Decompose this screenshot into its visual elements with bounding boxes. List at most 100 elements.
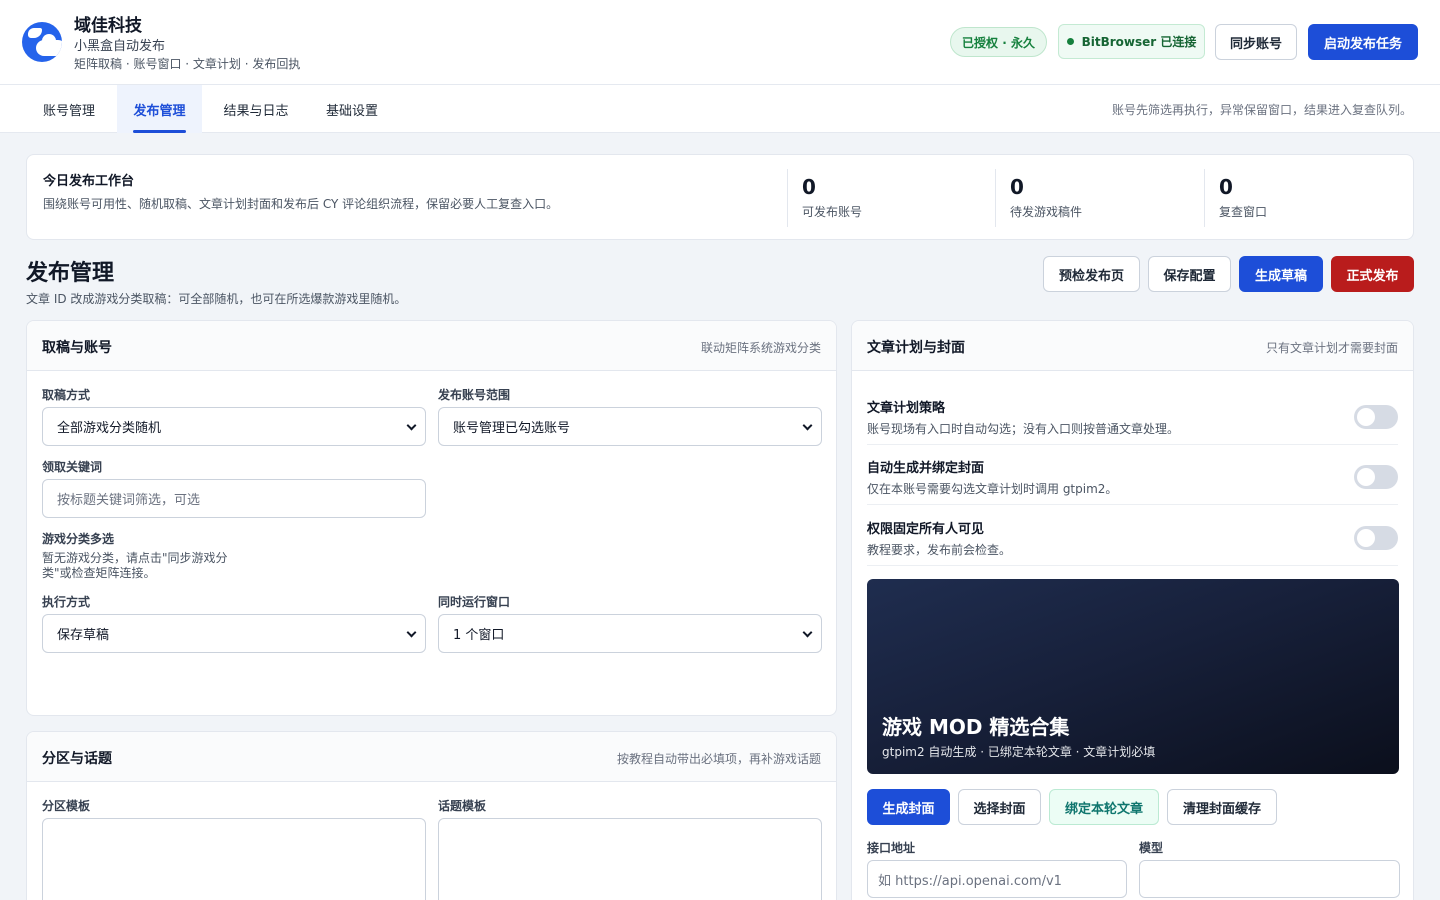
- cover-preview: 游戏 MOD 精选合集 gtpim2 自动生成 · 已绑定本轮文章 · 文章计划…: [867, 579, 1399, 774]
- toggle-knob: [1357, 408, 1375, 426]
- main-tabs: 账号管理 发布管理 结果与日志 基础设置 账号先筛选再执行，异常保留窗口，结果进…: [0, 85, 1440, 133]
- brand-logo-icon: [22, 22, 62, 62]
- workbench-description: 围绕账号可用性、随机取稿、文章计划封面和发布后 CY 评论组织流程，保留必要人工…: [43, 197, 559, 211]
- keyword-input[interactable]: 按标题关键词筛选，可选: [42, 479, 426, 518]
- start-publish-button[interactable]: 启动发布任务: [1308, 24, 1418, 60]
- card-header: 文章计划与封面 只有文章计划才需要封面: [852, 321, 1413, 371]
- fetch-mode-select[interactable]: 全部游戏分类随机: [42, 407, 426, 446]
- model-input[interactable]: [1139, 860, 1400, 898]
- precheck-button[interactable]: 预检发布页: [1043, 256, 1140, 292]
- stat-publishable-accounts: 0 可发布账号: [787, 169, 987, 227]
- option-description: 教程要求，发布前会检查。: [867, 543, 1012, 557]
- select-value: 1 个窗口: [453, 628, 505, 643]
- option-auto-cover: 自动生成并绑定封面 仅在本账号需要勾选文章计划时调用 gtpim2。: [867, 445, 1398, 505]
- option-public-visibility: 权限固定所有人可见 教程要求，发布前会检查。: [867, 506, 1398, 566]
- public-visibility-toggle[interactable]: [1354, 526, 1398, 550]
- tab-publish[interactable]: 发布管理: [117, 85, 202, 133]
- publish-button[interactable]: 正式发布: [1331, 256, 1414, 292]
- stat-label: 待发游戏稿件: [1010, 205, 1083, 219]
- card-title: 文章计划与封面: [867, 340, 965, 356]
- browser-status-badge: BitBrowser 已连接: [1058, 24, 1205, 59]
- option-title: 权限固定所有人可见: [867, 522, 985, 537]
- page-title: 发布管理: [26, 261, 115, 286]
- article-plan-toggle[interactable]: [1354, 405, 1398, 429]
- category-label: 游戏分类多选: [42, 532, 115, 546]
- api-url-input[interactable]: 如 https://api.openai.com/v1: [867, 860, 1127, 898]
- option-title: 文章计划策略: [867, 401, 946, 416]
- keyword-label: 领取关键词: [42, 460, 103, 474]
- topic-template-label: 话题模板: [438, 799, 487, 813]
- bind-article-button[interactable]: 绑定本轮文章: [1049, 789, 1159, 825]
- chevron-down-icon: [406, 627, 417, 638]
- select-cover-button[interactable]: 选择封面: [958, 789, 1041, 825]
- save-config-button[interactable]: 保存配置: [1148, 256, 1231, 292]
- select-value: 全部游戏分类随机: [57, 421, 162, 436]
- draft-account-card: 取稿与账号 联动矩阵系统游戏分类 取稿方式 全部游戏分类随机 发布账号范围 账号…: [26, 320, 837, 716]
- stat-value: 0: [802, 175, 816, 199]
- card-hint: 联动矩阵系统游戏分类: [700, 341, 821, 355]
- api-url-placeholder: 如 https://api.openai.com/v1: [878, 873, 1062, 889]
- option-description: 仅在本账号需要勾选文章计划时调用 gtpim2。: [867, 482, 1118, 496]
- select-value: 账号管理已勾选账号: [453, 421, 571, 436]
- stat-label: 复查窗口: [1219, 205, 1268, 219]
- generate-draft-button[interactable]: 生成草稿: [1239, 256, 1323, 292]
- tab-hint: 账号先筛选再执行，异常保留窗口，结果进入复查队列。: [1111, 103, 1412, 117]
- section-template-textarea[interactable]: [42, 818, 426, 900]
- card-title: 取稿与账号: [42, 340, 112, 356]
- stat-label: 可发布账号: [802, 205, 863, 219]
- top-header: 域佳科技 小黑盒自动发布 矩阵取稿 · 账号窗口 · 文章计划 · 发布回执 已…: [0, 0, 1440, 85]
- cover-subtitle: gtpim2 自动生成 · 已绑定本轮文章 · 文章计划必填: [882, 745, 1156, 759]
- chevron-down-icon: [802, 627, 813, 638]
- tab-results-logs[interactable]: 结果与日志: [208, 85, 304, 133]
- toggle-knob: [1357, 468, 1375, 486]
- section-template-label: 分区模板: [42, 799, 91, 813]
- card-header: 取稿与账号 联动矩阵系统游戏分类: [27, 321, 836, 371]
- page-subtitle: 文章 ID 改成游戏分类取稿：可全部随机，也可在所选爆款游戏里随机。: [26, 292, 407, 306]
- app-subtitle: 小黑盒自动发布: [74, 39, 166, 54]
- keyword-placeholder: 按标题关键词筛选，可选: [57, 493, 201, 508]
- stat-value: 0: [1010, 175, 1024, 199]
- article-plan-cover-card: 文章计划与封面 只有文章计划才需要封面 文章计划策略 账号现场有入口时自动勾选；…: [851, 320, 1414, 900]
- generate-cover-button[interactable]: 生成封面: [867, 789, 950, 825]
- status-dot-icon: [1066, 38, 1074, 45]
- auto-cover-toggle[interactable]: [1354, 465, 1398, 489]
- toggle-knob: [1357, 529, 1375, 547]
- card-hint: 按教程自动带出必填项，再补游戏话题: [616, 752, 821, 766]
- chevron-down-icon: [802, 420, 813, 431]
- exec-mode-label: 执行方式: [42, 595, 91, 609]
- api-url-label: 接口地址: [867, 841, 916, 855]
- account-scope-label: 发布账号范围: [438, 388, 511, 402]
- topic-template-textarea[interactable]: [438, 818, 822, 900]
- today-workbench: 今日发布工作台 围绕账号可用性、随机取稿、文章计划封面和发布后 CY 评论组织流…: [26, 154, 1414, 240]
- workbench-title: 今日发布工作台: [43, 174, 135, 189]
- stat-pending-drafts: 0 待发游戏稿件: [995, 169, 1195, 227]
- cover-title: 游戏 MOD 精选合集: [882, 715, 1070, 739]
- tab-accounts[interactable]: 账号管理: [26, 85, 112, 133]
- browser-status-text: BitBrowser 已连接: [1081, 35, 1197, 49]
- card-title: 分区与话题: [42, 751, 112, 767]
- fetch-mode-label: 取稿方式: [42, 388, 91, 402]
- category-empty-note-line2: 类"或检查矩阵连接。: [42, 566, 156, 580]
- category-empty-note-line1: 暂无游戏分类，请点击"同步游戏分: [42, 551, 228, 565]
- option-article-plan-strategy: 文章计划策略 账号现场有入口时自动勾选；没有入口则按普通文章处理。: [867, 385, 1398, 445]
- model-label: 模型: [1139, 841, 1164, 855]
- tab-basic-settings[interactable]: 基础设置: [310, 85, 394, 133]
- brand-name: 域佳科技: [74, 16, 142, 36]
- stat-value: 0: [1219, 175, 1233, 199]
- concurrency-select[interactable]: 1 个窗口: [438, 614, 822, 653]
- stat-review-windows: 0 复查窗口: [1204, 169, 1404, 227]
- option-title: 自动生成并绑定封面: [867, 461, 985, 476]
- card-hint: 只有文章计划才需要封面: [1265, 341, 1398, 355]
- concurrency-label: 同时运行窗口: [438, 595, 511, 609]
- clear-cover-cache-button[interactable]: 清理封面缓存: [1167, 789, 1277, 825]
- section-topic-card: 分区与话题 按教程自动带出必填项，再补游戏话题 分区模板 话题模板: [26, 731, 837, 900]
- select-value: 保存草稿: [57, 628, 110, 643]
- chevron-down-icon: [406, 420, 417, 431]
- sync-accounts-button[interactable]: 同步账号: [1215, 24, 1297, 60]
- account-scope-select[interactable]: 账号管理已勾选账号: [438, 407, 822, 446]
- exec-mode-select[interactable]: 保存草稿: [42, 614, 426, 653]
- card-header: 分区与话题 按教程自动带出必填项，再补游戏话题: [27, 732, 836, 782]
- license-badge: 已授权 · 永久: [950, 27, 1047, 57]
- app-description: 矩阵取稿 · 账号窗口 · 文章计划 · 发布回执: [74, 57, 301, 71]
- option-description: 账号现场有入口时自动勾选；没有入口则按普通文章处理。: [867, 422, 1180, 436]
